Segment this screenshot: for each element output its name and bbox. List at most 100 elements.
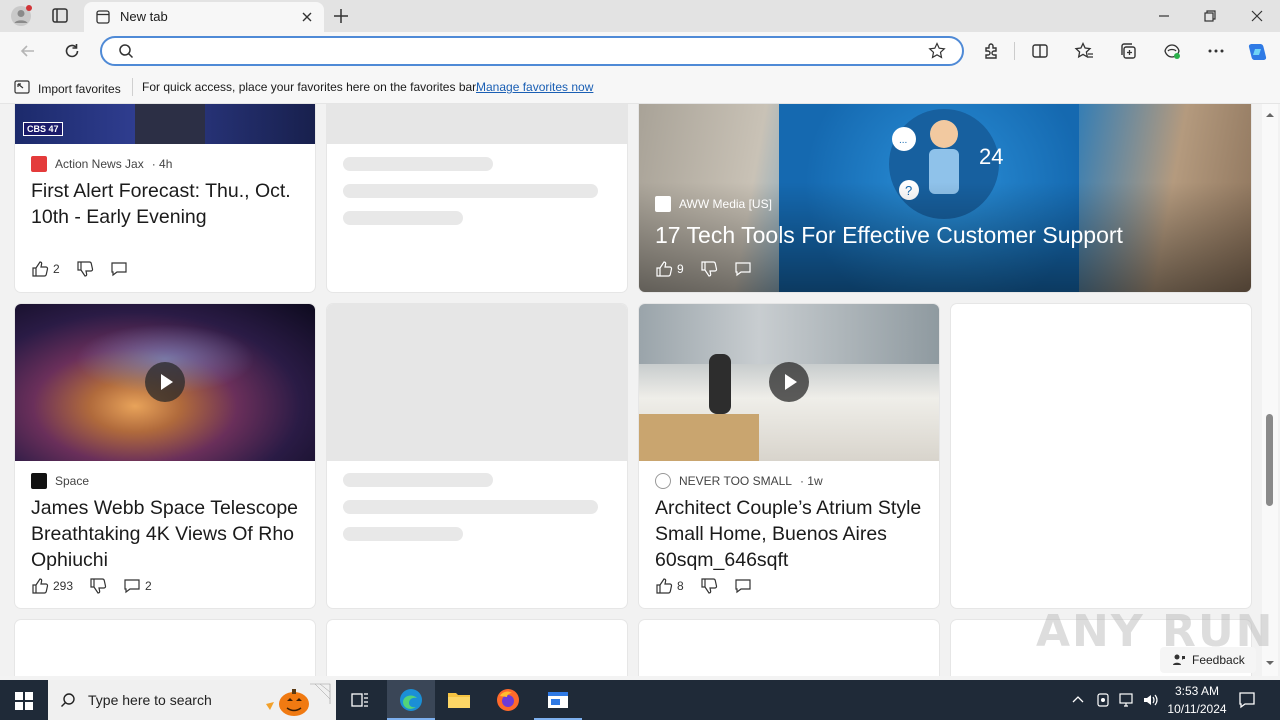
taskbar-firefox-app[interactable] — [484, 680, 532, 720]
news-card-space[interactable]: Space James Webb Space Telescope Breatht… — [15, 304, 315, 608]
comment-button[interactable]: 2 — [123, 577, 152, 595]
split-screen-icon[interactable] — [1030, 41, 1050, 61]
source-name: AWW Media [US] — [679, 197, 772, 211]
thumbs-down-icon — [701, 578, 717, 594]
thumbs-down-icon — [90, 578, 107, 594]
never-too-small-logo — [655, 473, 671, 489]
network-icon[interactable] — [1118, 692, 1136, 708]
favorites-icon[interactable] — [1074, 41, 1094, 61]
favorites-divider — [132, 78, 133, 96]
close-window-button[interactable] — [1247, 6, 1267, 26]
tab-new-tab[interactable]: New tab — [84, 2, 324, 32]
scroll-up-icon — [1266, 113, 1274, 117]
person-figure — [709, 354, 731, 414]
news-card-small-home[interactable]: NEVER TOO SMALL · 1w Architect Couple’s … — [639, 304, 939, 608]
task-view-button[interactable] — [336, 680, 384, 720]
article-age: · 4h — [151, 157, 173, 171]
loading-line — [343, 527, 463, 541]
profile-icon[interactable] — [10, 5, 32, 27]
favorites-bar: Import favorites For quick access, place… — [0, 70, 1280, 104]
article-title[interactable]: 17 Tech Tools For Effective Customer Sup… — [655, 220, 1237, 250]
favorite-star-icon[interactable] — [928, 42, 946, 65]
empty-card — [639, 620, 939, 676]
volume-icon[interactable] — [1142, 692, 1160, 708]
empty-card — [327, 620, 627, 676]
like-button[interactable]: 2 — [31, 260, 60, 278]
dislike-button[interactable] — [700, 260, 718, 278]
firefox-icon — [497, 689, 519, 711]
video-thumbnail — [639, 304, 939, 461]
source-name: NEVER TOO SMALL — [679, 474, 792, 488]
comment-icon — [111, 262, 127, 277]
edge-icon — [400, 689, 422, 711]
news-thumbnail: CBS 47 — [15, 104, 315, 144]
restore-button[interactable] — [1200, 6, 1220, 26]
featured-news-card[interactable]: ... 24 ? AWW Media [US] 17 Tech Tools Fo… — [639, 104, 1251, 292]
taskbar-clock[interactable]: 3:53 AM — [1162, 684, 1232, 698]
like-count: 2 — [53, 262, 60, 276]
feedback-button[interactable]: Feedback — [1160, 647, 1256, 673]
news-source: AWW Media [US] — [655, 196, 772, 212]
news-card-forecast[interactable]: CBS 47 Action News Jax · 4h First Alert … — [15, 104, 315, 292]
reactions-bar: 9 — [655, 260, 768, 278]
article-title[interactable]: James Webb Space Telescope Breathtaking … — [31, 495, 301, 573]
article-title[interactable]: First Alert Forecast: Thu., Oct. 10th - … — [31, 178, 301, 230]
comment-button[interactable] — [734, 260, 752, 278]
news-source: Space — [31, 473, 89, 489]
loading-thumbnail — [327, 104, 627, 144]
taskbar-search[interactable]: Type here to search — [48, 680, 336, 720]
extensions-icon[interactable] — [982, 41, 1002, 61]
copilot-icon[interactable] — [1246, 40, 1270, 64]
device-icon[interactable] — [1095, 692, 1111, 708]
taskbar-date[interactable]: 10/11/2024 — [1162, 702, 1232, 716]
article-title[interactable]: Architect Couple’s Atrium Style Small Ho… — [655, 495, 925, 573]
article-age: · 1w — [799, 474, 823, 488]
news-feed: CBS 47 Action News Jax · 4h First Alert … — [0, 104, 1280, 676]
notifications-icon[interactable] — [1238, 691, 1256, 709]
address-bar[interactable] — [100, 36, 964, 66]
start-button[interactable] — [0, 680, 48, 720]
like-button[interactable]: 9 — [655, 260, 684, 278]
new-tab-button[interactable] — [332, 7, 350, 25]
windows-logo-icon — [15, 692, 33, 710]
loading-line — [343, 500, 598, 514]
thumbs-up-icon — [32, 578, 49, 594]
svg-text:...: ... — [899, 135, 907, 146]
dislike-button[interactable] — [89, 577, 107, 595]
taskbar-edge-app[interactable] — [387, 680, 435, 720]
show-hidden-icons-icon[interactable] — [1072, 694, 1084, 706]
play-video-icon[interactable] — [145, 362, 185, 402]
loading-line — [343, 157, 493, 171]
windows-taskbar: Type here to search 3:53 AM 10/11/2024 — [0, 680, 1280, 720]
taskbar-file-explorer-app[interactable] — [435, 680, 483, 720]
dislike-button[interactable] — [700, 577, 718, 595]
thumbs-down-icon — [701, 261, 717, 277]
source-name: Action News Jax — [55, 157, 144, 171]
minimize-button[interactable] — [1154, 6, 1174, 26]
like-button[interactable]: 293 — [31, 577, 73, 595]
page-scrollbar[interactable] — [1262, 104, 1278, 676]
comment-button[interactable] — [110, 260, 128, 278]
comment-icon — [124, 579, 140, 594]
comment-icon — [735, 262, 751, 277]
refresh-icon[interactable] — [62, 41, 82, 61]
dislike-button[interactable] — [76, 260, 94, 278]
toolbar-divider — [1014, 42, 1015, 60]
browser-essentials-icon[interactable] — [1162, 41, 1182, 61]
like-button[interactable]: 8 — [655, 577, 684, 595]
more-options-icon[interactable] — [1206, 41, 1226, 61]
manage-favorites-link[interactable]: Manage favorites now — [476, 80, 593, 94]
back-icon[interactable] — [18, 41, 38, 61]
address-input[interactable] — [140, 42, 920, 60]
comment-button[interactable] — [734, 577, 752, 595]
tab-actions-icon[interactable] — [50, 7, 70, 25]
collections-icon[interactable] — [1118, 41, 1138, 61]
cbs47-logo: CBS 47 — [23, 122, 63, 136]
taskbar-window-app[interactable] — [534, 680, 582, 720]
play-video-icon[interactable] — [769, 362, 809, 402]
comment-icon — [735, 579, 751, 594]
scroll-thumb[interactable] — [1266, 414, 1273, 506]
folder-icon — [448, 693, 470, 708]
close-tab-icon[interactable] — [299, 9, 315, 25]
import-favorites-button[interactable]: Import favorites — [14, 79, 121, 98]
